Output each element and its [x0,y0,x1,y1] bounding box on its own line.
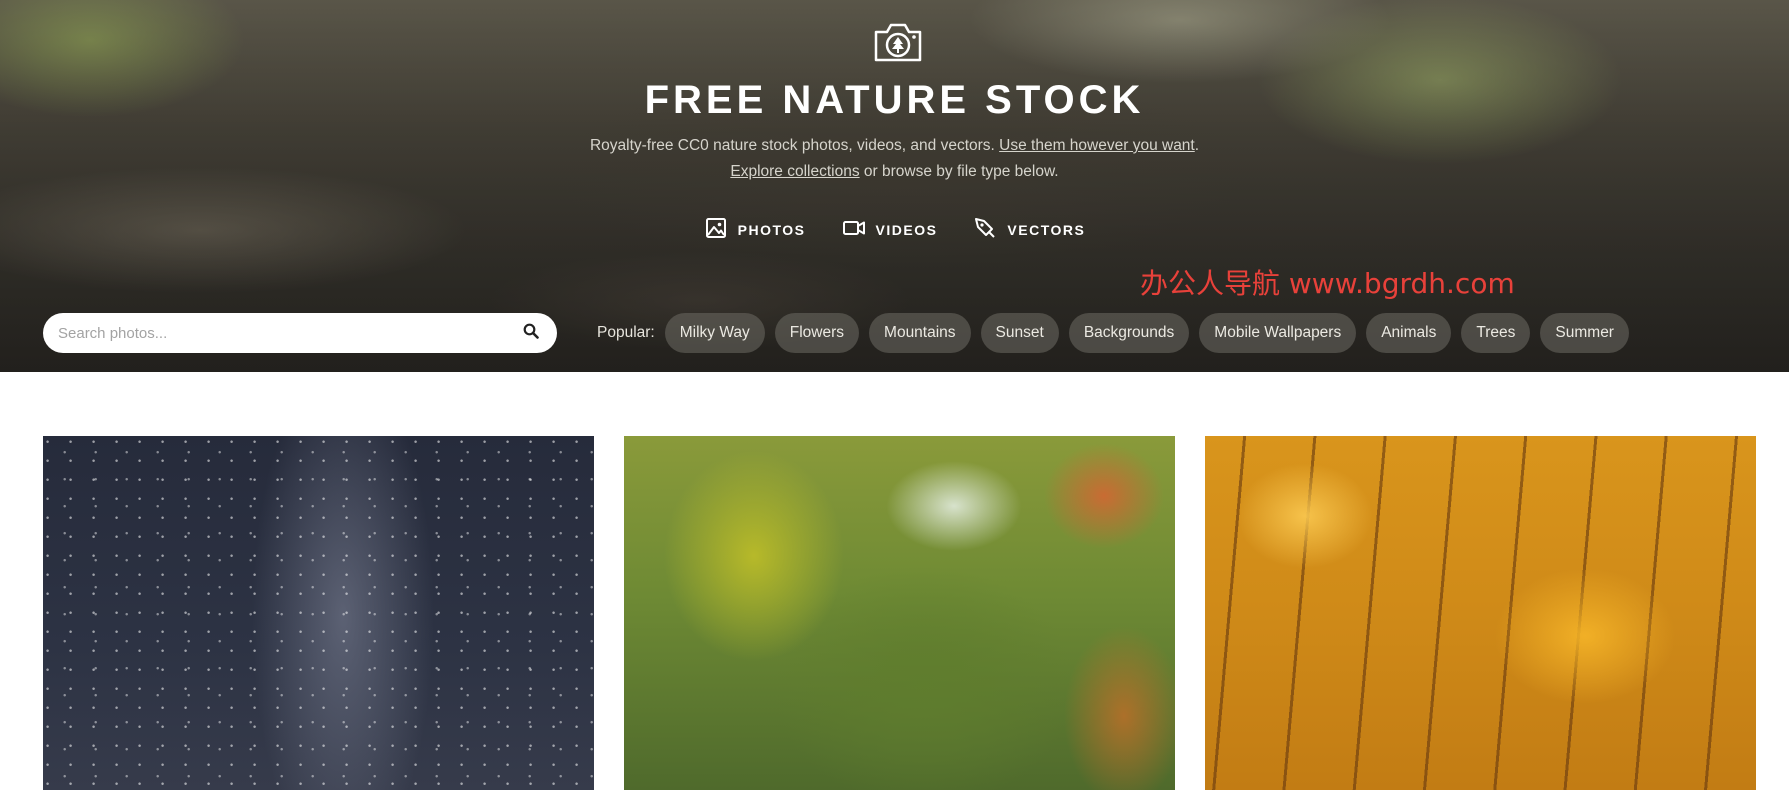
search-button[interactable] [505,313,557,353]
vector-pen-icon [973,216,997,243]
site-title: FREE NATURE STOCK [644,78,1145,122]
watermark-text: 办公人导航 www.bgrdh.com [1140,267,1515,300]
photo-golden-leaves[interactable] [1205,436,1756,790]
popular-tags: Popular: Milky Way Flowers Mountains Sun… [597,313,1629,353]
explore-collections-link[interactable]: Explore collections [730,163,859,180]
image-icon [704,216,728,243]
tagline: Royalty-free CC0 nature stock photos, vi… [0,133,1789,185]
tag-mobile-wallpapers[interactable]: Mobile Wallpapers [1199,313,1357,353]
search-icon [523,323,539,344]
photo-milky-way[interactable] [43,436,594,790]
hero-banner: FREE NATURE STOCK Royalty-free CC0 natur… [0,0,1789,372]
usage-link[interactable]: Use them however you want [999,137,1195,154]
photo-grid [0,436,1789,790]
video-camera-icon [842,216,866,243]
photo-autumn-forest[interactable] [624,436,1175,790]
file-type-nav: PHOTOS VIDEOS VECTORS [0,216,1789,243]
tag-summer[interactable]: Summer [1540,313,1629,353]
camera-tree-icon[interactable] [872,18,924,64]
tagline-line-2: Explore collections or browse by file ty… [0,159,1789,185]
nav-videos-link[interactable]: VIDEOS [842,216,938,243]
tag-trees[interactable]: Trees [1461,313,1531,353]
tagline-text: Royalty-free CC0 nature stock photos, vi… [589,137,995,154]
nav-vectors-link[interactable]: VECTORS [973,216,1085,243]
tag-sunset[interactable]: Sunset [980,313,1059,353]
nav-photos-label: PHOTOS [737,221,806,238]
tagline-browse-text: or browse by file type below. [863,163,1059,180]
popular-label: Popular: [597,324,655,341]
tag-backgrounds[interactable]: Backgrounds [1068,313,1190,353]
tagline-period: . [1194,137,1200,154]
tag-flowers[interactable]: Flowers [774,313,860,353]
nav-photos-link[interactable]: PHOTOS [704,216,806,243]
tag-mountains[interactable]: Mountains [869,313,971,353]
nav-vectors-label: VECTORS [1007,221,1086,238]
search-bar [43,313,557,353]
tag-list: Milky Way Flowers Mountains Sunset Backg… [664,313,1629,353]
search-input[interactable] [43,324,505,342]
tagline-line-1: Royalty-free CC0 nature stock photos, vi… [0,133,1789,159]
tag-animals[interactable]: Animals [1366,313,1452,353]
nav-videos-label: VIDEOS [875,221,938,238]
tag-milky-way[interactable]: Milky Way [664,313,765,353]
